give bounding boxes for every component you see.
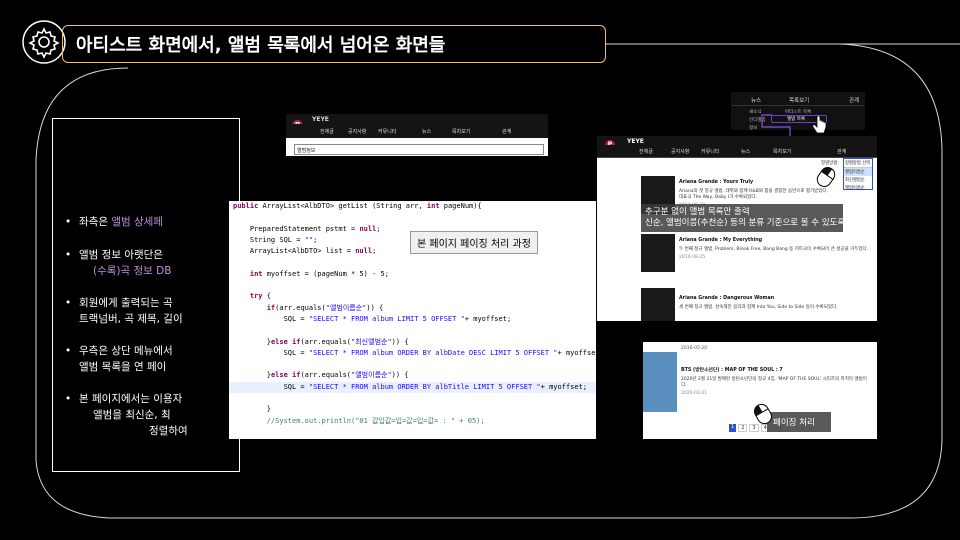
- section-label: 앨범정보: [297, 148, 316, 154]
- album-detail-screenshot: P YEYE 전체글 공지사항 커뮤니티 뉴스 목차보기 관계 앨범정보: [286, 114, 548, 156]
- album-date: 2014-08-25: [679, 255, 706, 260]
- bullet-text: 트랙넘버, 곡 제목, 길이: [79, 313, 183, 325]
- sort-caption: 추구분 없이 앨범 목록만 출력 신순, 앨범이름(추천순) 등의 분류 기준으…: [641, 204, 846, 232]
- mouse-icon: [754, 403, 772, 425]
- album-cover[interactable]: [643, 352, 677, 412]
- album-row[interactable]: Ariana Grande : My Everything 두 번째 정규 앨범…: [679, 238, 869, 260]
- page-title: 아티스트 화면에서, 앨범 목록에서 넘어온 화면들: [76, 35, 446, 56]
- sort-caption-line: 신순, 앨범이름(추천순) 등의 분류 기준으로 볼 수 있도록: [645, 218, 846, 228]
- album-row[interactable]: BTS (방탄소년단) : MAP OF THE SOUL : 7 2020년 …: [681, 366, 871, 396]
- album-date: 2020-02-21: [681, 391, 708, 396]
- site-topbar: P YEYE: [286, 114, 548, 131]
- code-line: if(arr.equals("앨범이름순")) {: [266, 303, 384, 312]
- sort-option[interactable]: 앨범이름순: [844, 168, 872, 176]
- album-row[interactable]: Ariana Grande : Dangerous Woman 세 번째 정규 …: [679, 296, 869, 311]
- nav-item[interactable]: 커뮤니티: [378, 128, 396, 135]
- nav-item[interactable]: 공지사항: [671, 148, 689, 155]
- bullet-item: • 우측은 상단 메뉴에서 앨범 목록을 연 페이: [65, 345, 173, 373]
- album-desc: 세 번째 정규 앨범. 성숙해진 음악과 함께 Into You, Side t…: [679, 305, 838, 310]
- code-line: SQL = "SELECT * FROM album ORDER BY albD…: [233, 348, 596, 357]
- nav-item[interactable]: 전체글: [639, 148, 653, 155]
- bullet-item: • 본 페이지에서는 이용자 앨범을 최신순, 최 정렬하여: [65, 393, 188, 437]
- sort-option[interactable]: 앨범이름순: [844, 184, 872, 192]
- nav-item[interactable]: 커뮤니티: [701, 148, 719, 155]
- nav-item[interactable]: 목차보기: [452, 128, 470, 135]
- sort-caption-line: 추구분 없이 앨범 목록만 출력: [645, 207, 750, 217]
- nav-item[interactable]: 관계: [837, 148, 846, 155]
- bullet-text: 앨범을 최신순, 최: [93, 409, 171, 421]
- bullet-text: 좌측은: [79, 216, 112, 228]
- gear-icon: [22, 20, 66, 64]
- bullet-text: 앨범 목록을 연 페이: [79, 361, 167, 373]
- album-title[interactable]: Ariana Grande : My Everything: [679, 238, 869, 243]
- code-caption: 본 페이지 페이징 처리 과정: [410, 231, 538, 254]
- site-brand[interactable]: YEYE: [312, 116, 329, 123]
- sort-option[interactable]: 정렬방법 선택: [844, 159, 872, 168]
- nav-item[interactable]: 뉴스: [422, 128, 431, 135]
- code-line: try {: [249, 292, 271, 301]
- album-title[interactable]: Ariana Grande : Yours Truly: [679, 180, 829, 185]
- code-line: //System.out.println("01 값입값=입=값=입=값= : …: [233, 416, 485, 425]
- album-cover[interactable]: [641, 234, 675, 272]
- album-info-section: 앨범정보: [294, 144, 544, 155]
- bullet-item: • 회원에게 출력되는 곡 트랙넘버, 곡 제목, 길이: [65, 297, 183, 325]
- code-line: public ArrayList<AlbDTO> getList (String…: [233, 202, 482, 210]
- site-brand[interactable]: YEYE: [627, 138, 644, 145]
- page-link[interactable]: 2: [738, 424, 748, 432]
- nav-item[interactable]: 뉴스: [741, 148, 750, 155]
- nav-item[interactable]: 관계: [502, 128, 511, 135]
- code-line: }else if(arr.equals("최신앨범순")) {: [233, 337, 409, 346]
- album-date: 2016-05-20: [681, 346, 708, 351]
- album-desc: Ariana의 첫 정규 앨범. 데뷔와 함께 R&B와 팝을 결합한 음반으로…: [679, 189, 829, 200]
- album-cover[interactable]: [641, 288, 675, 321]
- bullet-item: • 앨범 정보 아랫단은 (수록)곡 정보 DB: [65, 249, 172, 277]
- album-desc: 2020년 2월 21일 발매된 방탄소년단의 정규 4집. 'MAP OF T…: [681, 377, 867, 388]
- bullet-text: (수록)곡 정보 DB: [93, 265, 172, 277]
- menu-item[interactable]: 정보: [749, 125, 757, 130]
- bullet-text: 회원에게 출력되는 곡: [79, 297, 173, 309]
- bullet-text: 앨범 정보 아랫단은: [79, 249, 163, 261]
- album-title[interactable]: Ariana Grande : Dangerous Woman: [679, 296, 869, 301]
- code-line: }: [233, 405, 271, 414]
- paging-caption: 페이징 처리: [767, 412, 831, 432]
- page-link[interactable]: 1: [729, 424, 737, 432]
- bullet-text: 본 페이지에서는 이용자: [79, 393, 183, 405]
- nav-item[interactable]: 전체글: [320, 128, 334, 135]
- bullet-text: 정렬하여: [149, 425, 188, 437]
- bullet-highlight: 앨범 상세페: [111, 216, 163, 228]
- code-line: int myoffset = (pageNum * 5) - 5;: [249, 269, 389, 278]
- menu-col-relation[interactable]: 관계: [849, 96, 859, 104]
- mouse-icon: [816, 167, 836, 187]
- bullet-item: • 좌측은 앨범 상세페: [65, 216, 163, 228]
- code-line: SQL = "SELECT * FROM album LIMIT 5 OFFSE…: [233, 314, 512, 323]
- album-title[interactable]: BTS (방탄소년단) : MAP OF THE SOUL : 7: [681, 366, 871, 373]
- album-desc: 두 번째 정규 앨범. Problem, Break Free, Bang Ba…: [679, 247, 869, 252]
- sort-option[interactable]: 최신앨범순: [844, 176, 872, 184]
- bullet-text: 우측은 상단 메뉴에서: [79, 345, 173, 357]
- sort-dropdown[interactable]: 정렬방법 선택 앨범이름순 최신앨범순 앨범이름순: [843, 158, 873, 192]
- code-line: }else if(arr.equals("앨범이름순")) {: [233, 371, 409, 380]
- menu-col-list[interactable]: 목록보기: [789, 96, 809, 104]
- description-panel: • 좌측은 앨범 상세페 • 앨범 정보 아랫단은 (수록)곡 정보 DB • 회원에…: [52, 118, 240, 472]
- code-line: SQL = "SELECT * FROM album ORDER BY albT…: [229, 381, 596, 394]
- nav-item[interactable]: 목차보기: [773, 148, 791, 155]
- nav-item[interactable]: 공지사항: [348, 128, 366, 135]
- menu-col-news[interactable]: 뉴스: [751, 96, 761, 104]
- code-line: pstmt = conn.prepareStatement(SQL);: [229, 438, 596, 439]
